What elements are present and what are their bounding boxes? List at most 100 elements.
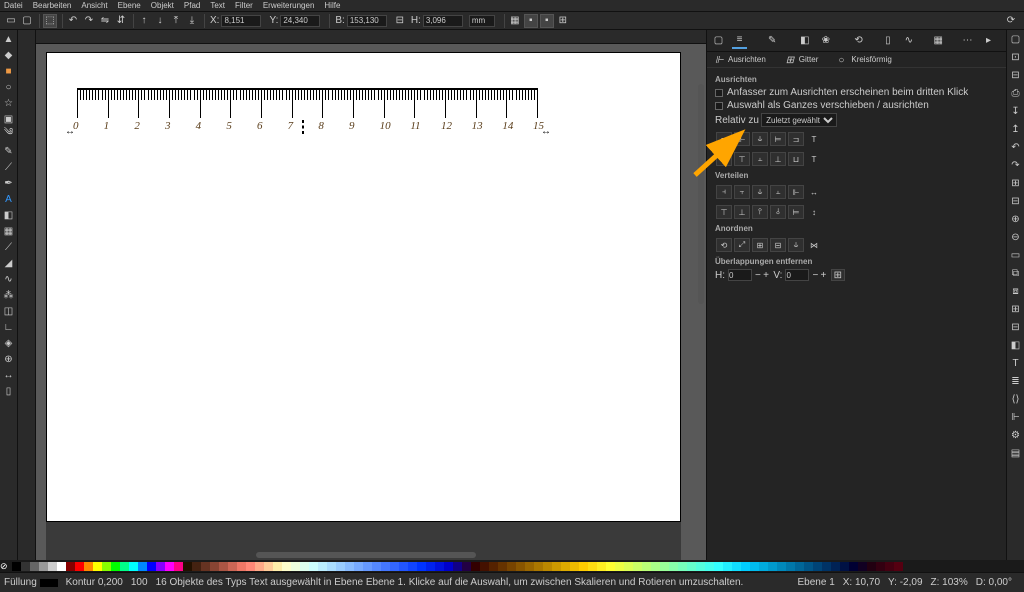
text-tool-icon[interactable]: A [2, 192, 16, 206]
color-swatch[interactable] [327, 562, 336, 571]
color-swatch[interactable] [714, 562, 723, 571]
minus-icon[interactable]: − [812, 270, 818, 281]
subtab-circular[interactable]: ○Kreisförmig [838, 55, 901, 65]
zoom-tool-icon[interactable]: ⊕ [2, 352, 16, 366]
color-swatch[interactable] [597, 562, 606, 571]
connector-tool-icon[interactable]: ∟ [2, 320, 16, 334]
color-swatch[interactable] [417, 562, 426, 571]
color-swatch[interactable] [228, 562, 237, 571]
relative-select[interactable]: Zuletzt gewählt [761, 113, 837, 127]
color-swatch[interactable] [894, 562, 903, 571]
color-swatch[interactable] [381, 562, 390, 571]
color-swatch[interactable] [408, 562, 417, 571]
h-gap-input[interactable] [728, 269, 752, 281]
checkbox[interactable] [715, 102, 723, 110]
rotate-ccw-icon[interactable]: ↶ [66, 14, 80, 28]
tool-icon[interactable]: ▭ [4, 14, 18, 28]
color-swatch[interactable] [291, 562, 300, 571]
panel-tab-icon[interactable]: ⟲ [851, 33, 866, 49]
h-input[interactable] [423, 15, 463, 27]
color-swatch[interactable] [615, 562, 624, 571]
arrange-icon[interactable]: ⤢ [734, 238, 750, 252]
panel-tab-icon[interactable]: ⋯ [960, 33, 975, 49]
selection-handle[interactable]: ↔ [541, 126, 549, 138]
panel-tab-icon[interactable]: ◧ [797, 33, 812, 49]
align-text-icon[interactable]: T [806, 132, 822, 146]
color-swatch[interactable] [300, 562, 309, 571]
color-swatch[interactable] [849, 562, 858, 571]
color-swatch[interactable] [768, 562, 777, 571]
minus-icon[interactable]: − [755, 270, 761, 281]
snap-icon[interactable]: ⟳ [1004, 14, 1018, 28]
checkbox[interactable] [715, 89, 723, 97]
color-swatch[interactable] [111, 562, 120, 571]
color-swatch[interactable] [309, 562, 318, 571]
distribute-icon[interactable]: ⫟ [734, 185, 750, 199]
color-swatch[interactable] [840, 562, 849, 571]
color-swatch[interactable] [813, 562, 822, 571]
color-swatch[interactable] [165, 562, 174, 571]
plus-icon[interactable]: + [821, 270, 827, 281]
arrange-icon[interactable]: ⊟ [770, 238, 786, 252]
menu-hilfe[interactable]: Hilfe [324, 1, 340, 10]
color-swatch[interactable] [192, 562, 201, 571]
color-swatch[interactable] [732, 562, 741, 571]
h-scrollbar[interactable] [256, 552, 476, 558]
color-swatch[interactable] [156, 562, 165, 571]
menu-datei[interactable]: Datei [4, 1, 23, 10]
align-left-out-icon[interactable]: ⊏ [716, 132, 732, 146]
color-swatch[interactable] [696, 562, 705, 571]
distribute-icon[interactable]: ⫰ [770, 205, 786, 219]
docprops-icon[interactable]: ▤ [1009, 446, 1023, 460]
fill-stroke-icon[interactable]: ◧ [1009, 338, 1023, 352]
flip-v-icon[interactable]: ⇵ [114, 14, 128, 28]
color-swatch[interactable] [660, 562, 669, 571]
redo-icon[interactable]: ↷ [1009, 158, 1023, 172]
arrange-icon[interactable]: ⟲ [716, 238, 732, 252]
save-icon[interactable]: ⊟ [1009, 68, 1023, 82]
align-right-out-icon[interactable]: ⊐ [788, 132, 804, 146]
layers-icon[interactable]: ≣ [1009, 374, 1023, 388]
color-swatch[interactable] [858, 562, 867, 571]
color-swatch[interactable] [822, 562, 831, 571]
distribute-icon[interactable]: ↔ [806, 185, 822, 199]
menu-text[interactable]: Text [210, 1, 225, 10]
color-swatch[interactable] [687, 562, 696, 571]
color-swatch[interactable] [273, 562, 282, 571]
color-swatch[interactable] [777, 562, 786, 571]
menu-objekt[interactable]: Objekt [151, 1, 174, 10]
align-hcenter-icon[interactable]: ⫝ [752, 132, 768, 146]
color-swatch[interactable] [507, 562, 516, 571]
color-swatch[interactable] [39, 562, 48, 571]
distribute-icon[interactable]: ⫝ [752, 185, 768, 199]
gradient-tool-icon[interactable]: ◧ [2, 208, 16, 222]
color-swatch[interactable] [201, 562, 210, 571]
color-swatch[interactable] [489, 562, 498, 571]
color-swatch[interactable] [354, 562, 363, 571]
undo-icon[interactable]: ↶ [1009, 140, 1023, 154]
panel-tab-icon[interactable]: ✎ [765, 33, 780, 49]
distribute-icon[interactable]: ⊤ [716, 205, 732, 219]
align-right-icon[interactable]: ⊨ [770, 132, 786, 146]
selector-tool-icon[interactable]: ▲ [2, 32, 16, 46]
color-swatch[interactable] [66, 562, 75, 571]
new-icon[interactable]: ▢ [1009, 32, 1023, 46]
color-swatch[interactable] [210, 562, 219, 571]
tool-icon[interactable]: ▢ [20, 14, 34, 28]
distribute-icon[interactable]: ⊥ [734, 205, 750, 219]
color-swatch[interactable] [183, 562, 192, 571]
color-swatch[interactable] [543, 562, 552, 571]
color-swatch[interactable] [129, 562, 138, 571]
color-swatch[interactable] [102, 562, 111, 571]
spray-tool-icon[interactable]: ⁂ [2, 288, 16, 302]
color-swatch[interactable] [48, 562, 57, 571]
color-swatch[interactable] [237, 562, 246, 571]
color-swatch[interactable] [57, 562, 66, 571]
raise-top-icon[interactable]: ⤒ [169, 14, 183, 28]
color-swatch[interactable] [678, 562, 687, 571]
lock-icon[interactable]: ⊟ [393, 14, 407, 28]
color-swatch[interactable] [867, 562, 876, 571]
color-swatch[interactable] [435, 562, 444, 571]
panel-tab-icon[interactable]: ▢ [711, 33, 726, 49]
color-swatch[interactable] [633, 562, 642, 571]
